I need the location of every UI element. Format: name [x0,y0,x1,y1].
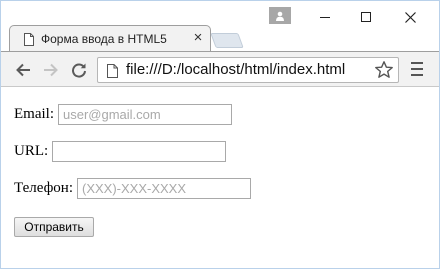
document-icon [24,33,34,46]
url-row: URL: [14,141,227,162]
submit-button[interactable]: Отправить [14,217,94,237]
url-label: URL: [14,143,49,159]
browser-toolbar: file:///D:/localhost/html/index.html [1,51,439,87]
window-close-button[interactable] [390,5,430,29]
new-tab-button[interactable] [210,33,244,48]
profile-icon [276,11,284,21]
profile-button[interactable] [269,7,291,24]
address-bar[interactable]: file:///D:/localhost/html/index.html [97,57,399,83]
url-input[interactable] [52,141,227,162]
forward-arrow-icon [44,63,58,77]
close-icon [404,11,416,23]
minimize-icon [320,16,330,18]
browser-window: Форма ввода в HTML5 × file:///D:/localho… [0,0,440,269]
back-button[interactable] [11,58,35,82]
tab-title: Форма ввода в HTML5 [41,32,167,46]
menu-icon[interactable] [409,61,425,77]
reload-button[interactable] [67,58,91,82]
phone-label: Телефон: [14,180,73,196]
forward-button[interactable] [39,58,63,82]
phone-row: Телефон: [14,178,251,199]
email-label: Email: [14,106,54,122]
minimize-button[interactable] [305,5,345,29]
maximize-button[interactable] [346,5,386,29]
page-icon [107,64,118,78]
phone-input[interactable] [77,178,251,199]
email-row: Email: [14,104,232,125]
tab-close-icon[interactable]: × [191,30,205,45]
reload-icon [72,63,86,78]
page-content: Email: URL: Телефон: Отправить [1,88,439,268]
email-input[interactable] [58,104,232,125]
url-text: file:///D:/localhost/html/index.html [126,61,346,78]
back-arrow-icon [16,63,30,77]
maximize-icon [361,12,371,22]
bookmark-star-icon[interactable] [374,60,394,80]
title-bar: Форма ввода в HTML5 × [1,1,439,52]
tab-active[interactable]: Форма ввода в HTML5 × [9,25,211,52]
